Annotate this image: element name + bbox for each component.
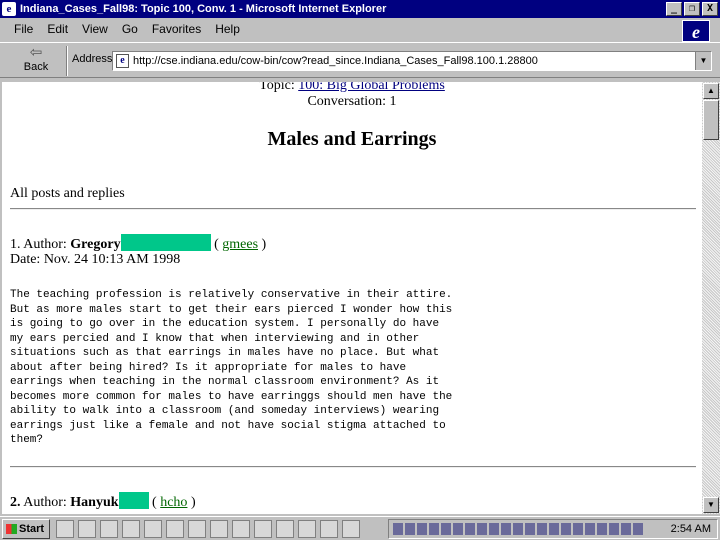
redaction-box — [118, 492, 149, 509]
start-label: Start — [19, 523, 45, 535]
back-button[interactable]: ⇦ Back — [10, 45, 62, 77]
quicklaunch-icon[interactable] — [342, 520, 360, 538]
minimize-button[interactable]: _ — [666, 2, 682, 16]
tray-icon[interactable] — [573, 523, 583, 535]
tray-icon[interactable] — [513, 523, 523, 535]
quicklaunch-icon[interactable] — [56, 520, 74, 538]
quicklaunch-icon[interactable] — [166, 520, 184, 538]
conversation-label: Conversation: 1 — [307, 94, 397, 109]
menu-file[interactable]: File — [0, 22, 40, 36]
quicklaunch-icon[interactable] — [232, 520, 250, 538]
menu-favorites[interactable]: Favorites — [145, 22, 208, 36]
post-2-author-line: 2. Author: Hanyuk ( hcho ) — [10, 492, 196, 511]
toolbar: ⇦ Back Address e http://cse.indiana.edu/… — [0, 42, 720, 78]
tray-icon[interactable] — [489, 523, 499, 535]
toolbar-separator — [66, 46, 68, 76]
tray-icon[interactable] — [633, 523, 643, 535]
page-icon: e — [116, 54, 129, 68]
redaction-box — [120, 234, 211, 251]
scroll-down-icon[interactable]: ▼ — [703, 497, 719, 513]
start-button[interactable]: Start — [2, 519, 50, 539]
address-field[interactable]: e http://cse.indiana.edu/cow-bin/cow?rea… — [112, 51, 712, 71]
system-tray: 2:54 AM — [388, 519, 718, 539]
tray-icon[interactable] — [597, 523, 607, 535]
menu-bar: File Edit View Go Favorites Help — [0, 18, 720, 40]
taskbar: Start 2:54 AM — [0, 516, 720, 540]
ie-logo-icon: e — [682, 20, 710, 42]
quicklaunch-icon[interactable] — [320, 520, 338, 538]
back-label: Back — [23, 61, 49, 73]
quicklaunch-icon[interactable] — [254, 520, 272, 538]
quick-launch — [56, 520, 360, 538]
post-1-date: Date: Nov. 24 10:13 AM 1998 — [10, 252, 181, 267]
topic-line: Topic: 100: Big Global Problems — [2, 82, 702, 94]
topic-prefix: Topic: — [259, 82, 295, 93]
tray-icon[interactable] — [417, 523, 427, 535]
tray-icon[interactable] — [621, 523, 631, 535]
menu-go[interactable]: Go — [115, 22, 145, 36]
quicklaunch-icon[interactable] — [298, 520, 316, 538]
tray-icon[interactable] — [465, 523, 475, 535]
tray-icon[interactable] — [453, 523, 463, 535]
post-1-author-name: Gregory — [70, 237, 121, 252]
back-arrow-icon: ⇦ — [29, 44, 43, 61]
post-2-author-name: Hanyuk — [70, 495, 119, 510]
tray-icon[interactable] — [405, 523, 415, 535]
post-2-user-link[interactable]: hcho — [160, 495, 187, 510]
quicklaunch-icon[interactable] — [144, 520, 162, 538]
tray-icon[interactable] — [609, 523, 619, 535]
divider — [10, 208, 696, 210]
quicklaunch-icon[interactable] — [122, 520, 140, 538]
post-2-number: 2. — [10, 495, 21, 510]
tray-icon[interactable] — [537, 523, 547, 535]
address-dropdown-icon[interactable]: ▼ — [695, 52, 711, 70]
vertical-scrollbar[interactable]: ▲ ▼ — [702, 82, 720, 514]
quicklaunch-icon[interactable] — [188, 520, 206, 538]
address-label: Address — [72, 53, 113, 65]
title-bar: e Indiana_Cases_Fall98: Topic 100, Conv.… — [0, 0, 720, 18]
post-1-body: The teaching profession is relatively co… — [10, 289, 453, 446]
tray-icon[interactable] — [393, 523, 403, 535]
post-1-author-label: Author: — [23, 237, 67, 252]
page-title: Males and Earrings — [267, 128, 437, 150]
close-button[interactable]: X — [702, 2, 718, 16]
quicklaunch-icon[interactable] — [100, 520, 118, 538]
all-posts-label: All posts and replies — [10, 186, 125, 201]
menu-view[interactable]: View — [75, 22, 115, 36]
window-title: Indiana_Cases_Fall98: Topic 100, Conv. 1… — [20, 3, 387, 15]
quicklaunch-icon[interactable] — [78, 520, 96, 538]
menu-help[interactable]: Help — [208, 22, 247, 36]
quicklaunch-icon[interactable] — [276, 520, 294, 538]
post-1-user-link[interactable]: gmees — [222, 237, 258, 252]
clock[interactable]: 2:54 AM — [671, 523, 711, 535]
scroll-thumb[interactable] — [703, 100, 719, 140]
topic-link[interactable]: 100: Big Global Problems — [298, 82, 445, 93]
tray-icon[interactable] — [501, 523, 511, 535]
tray-icon[interactable] — [429, 523, 439, 535]
menu-edit[interactable]: Edit — [40, 22, 75, 36]
tray-icon[interactable] — [477, 523, 487, 535]
address-value: http://cse.indiana.edu/cow-bin/cow?read_… — [133, 55, 538, 67]
post-1-author-line: 1. Author: Gregory ( gmees ) — [10, 234, 266, 253]
tray-icon[interactable] — [441, 523, 451, 535]
tray-icon[interactable] — [561, 523, 571, 535]
ie-app-icon: e — [2, 2, 16, 16]
browser-window: e Indiana_Cases_Fall98: Topic 100, Conv.… — [0, 0, 720, 516]
tray-icon[interactable] — [525, 523, 535, 535]
divider — [10, 466, 696, 468]
quicklaunch-icon[interactable] — [210, 520, 228, 538]
windows-flag-icon — [6, 524, 17, 534]
scroll-up-icon[interactable]: ▲ — [703, 83, 719, 99]
page-content: Topic: 100: Big Global Problems Conversa… — [2, 82, 702, 514]
post-2-author-label: Author: — [23, 495, 67, 510]
post-1-number: 1. — [10, 237, 21, 252]
maximize-button[interactable]: ❐ — [684, 2, 700, 16]
tray-icon[interactable] — [549, 523, 559, 535]
tray-icon[interactable] — [585, 523, 595, 535]
